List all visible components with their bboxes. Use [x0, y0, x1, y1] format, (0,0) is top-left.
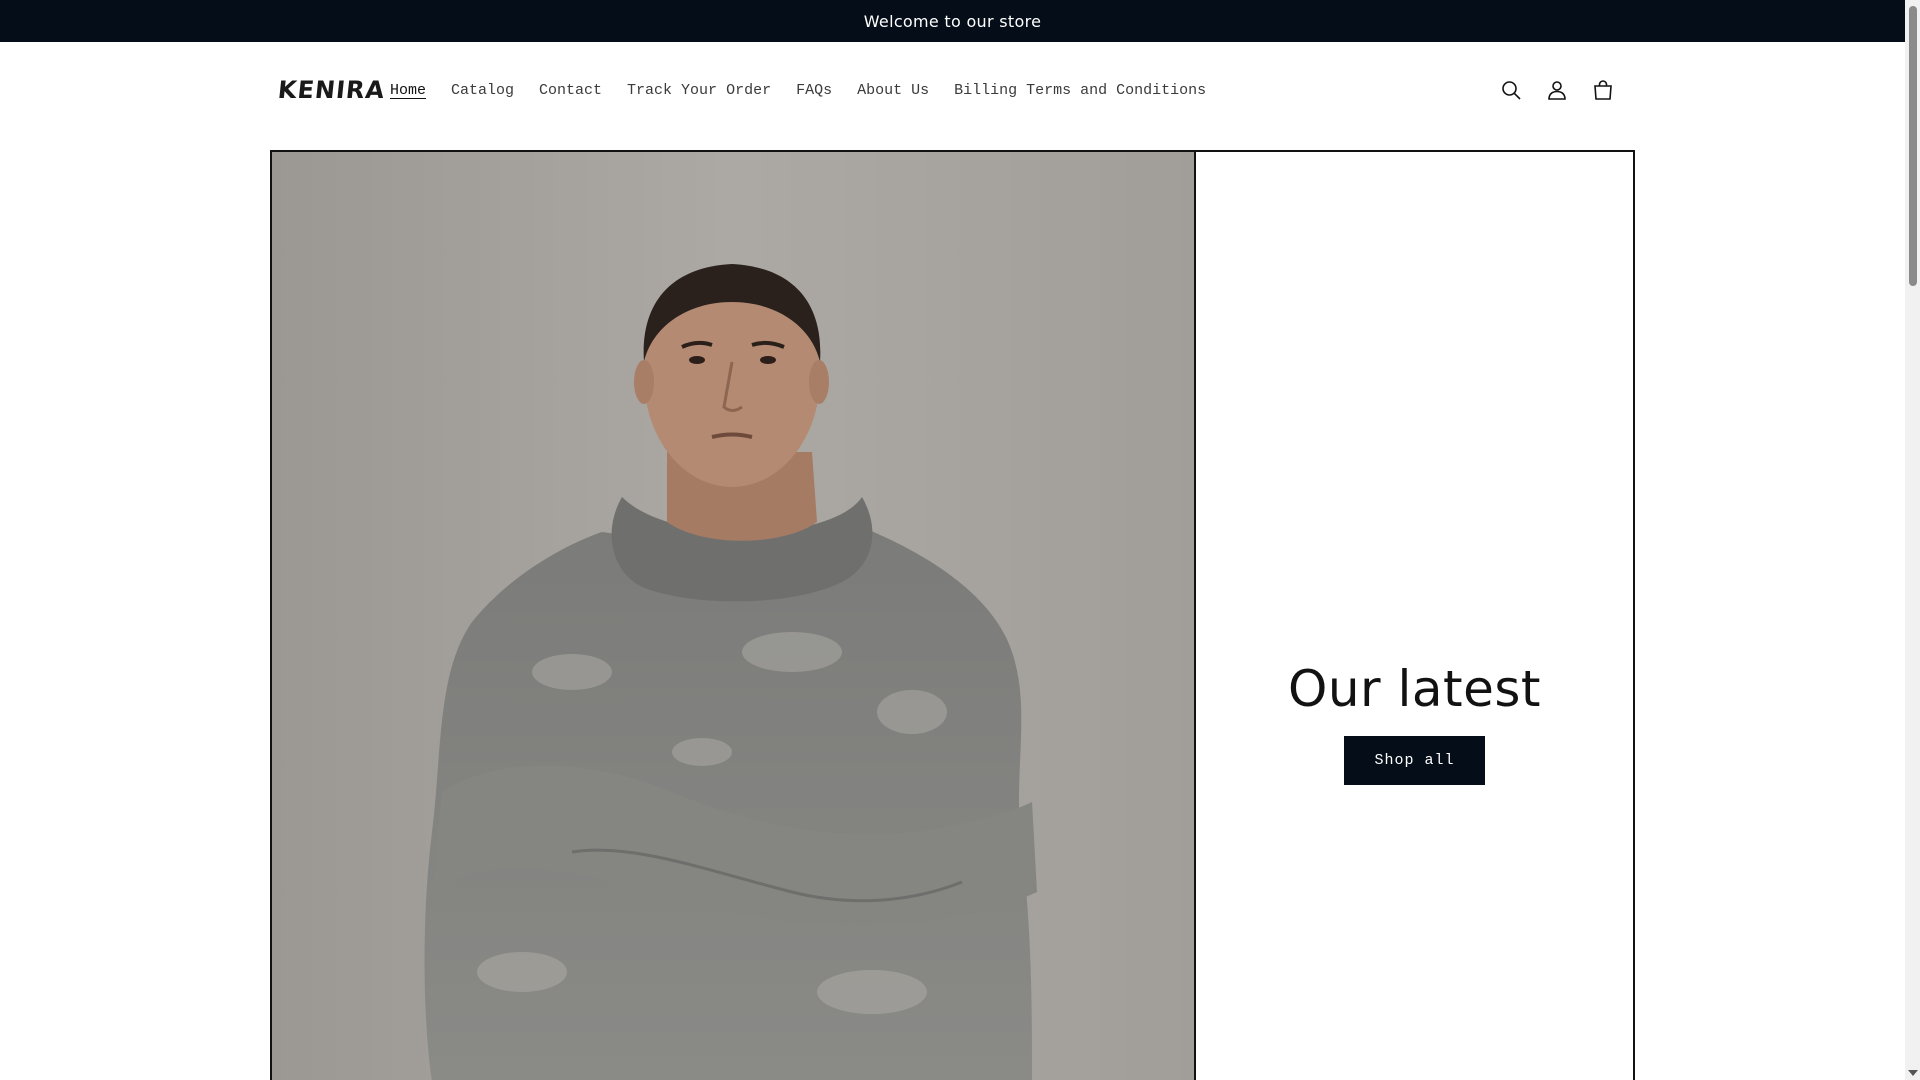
page-scrollbar[interactable] — [1905, 0, 1920, 1080]
hero-photo-illustration — [272, 152, 1194, 1080]
store-logo[interactable]: KENIRA — [277, 76, 390, 104]
main-nav: Home Catalog Contact Track Your Order FA… — [390, 82, 1231, 99]
nav-faqs[interactable]: FAQs — [796, 82, 832, 99]
hero-title: Our latest — [1287, 660, 1542, 718]
nav-billing-terms[interactable]: Billing Terms and Conditions — [954, 82, 1206, 99]
nav-catalog[interactable]: Catalog — [451, 82, 514, 99]
nav-home[interactable]: Home — [390, 82, 426, 99]
shop-all-button[interactable]: Shop all — [1344, 736, 1485, 785]
search-icon[interactable] — [1499, 78, 1523, 102]
hero-banner: Our latest Shop all — [270, 150, 1635, 1080]
account-icon[interactable] — [1545, 78, 1569, 102]
scrollbar-thumb[interactable] — [1909, 6, 1917, 286]
announcement-bar: Welcome to our store — [0, 0, 1905, 42]
scroll-down-arrow-icon[interactable] — [1908, 1070, 1918, 1076]
nav-track-your-order[interactable]: Track Your Order — [627, 82, 771, 99]
nav-about-us[interactable]: About Us — [857, 82, 929, 99]
hero-content: Our latest Shop all — [1196, 152, 1633, 1080]
nav-contact[interactable]: Contact — [539, 82, 602, 99]
header-icons — [1499, 78, 1615, 102]
site-header: KENIRA Home Catalog Contact Track Your O… — [270, 42, 1635, 138]
cart-icon[interactable] — [1591, 78, 1615, 102]
announcement-text: Welcome to our store — [863, 11, 1042, 31]
hero-image — [272, 152, 1196, 1080]
